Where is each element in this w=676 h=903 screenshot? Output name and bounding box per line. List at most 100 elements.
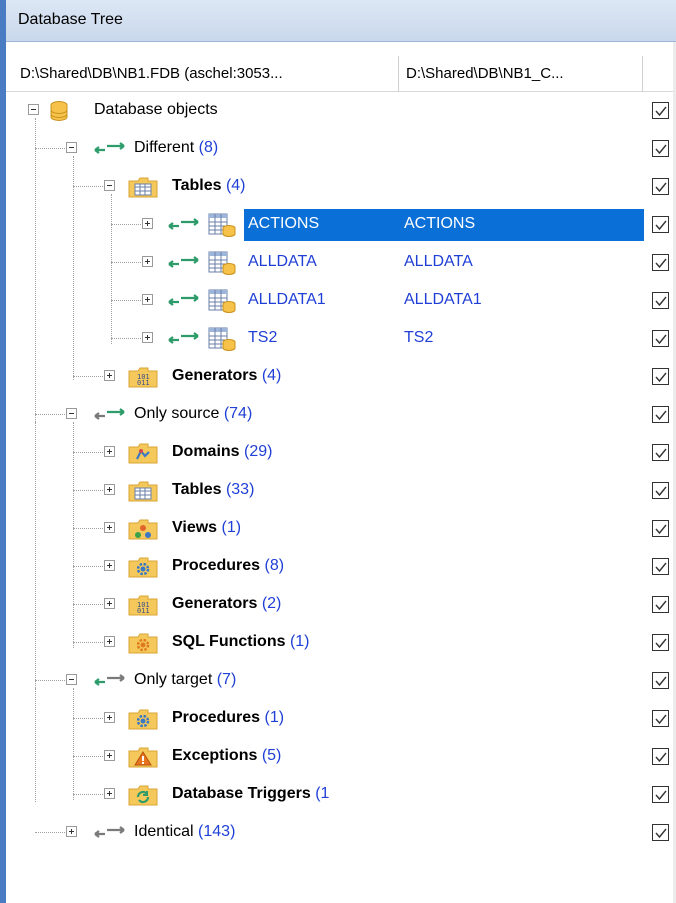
column-header-target[interactable]: D:\Shared\DB\NB1_C...: [406, 65, 564, 82]
tree-node-only-target[interactable]: Only target (7): [0, 662, 676, 700]
include-checkbox[interactable]: [652, 292, 669, 309]
tree-node-label: Generators (2): [172, 595, 282, 612]
table-target-name: ALLDATA1: [404, 291, 482, 308]
table-source-name: ACTIONS: [248, 215, 320, 232]
tree-node-source-generators[interactable]: 101 011 Generators (2): [0, 586, 676, 624]
tree-node-label: Tables (33): [172, 481, 255, 498]
include-checkbox[interactable]: [652, 710, 669, 727]
include-checkbox[interactable]: [652, 786, 669, 803]
collapse-toggle[interactable]: [104, 180, 115, 191]
collapse-toggle[interactable]: [28, 104, 39, 115]
collapse-toggle[interactable]: [66, 142, 77, 153]
include-checkbox[interactable]: [652, 444, 669, 461]
expand-toggle[interactable]: [104, 522, 115, 533]
include-checkbox[interactable]: [652, 596, 669, 613]
panel-title: Database Tree: [18, 11, 123, 28]
tree-guide-line: [73, 642, 103, 643]
include-checkbox[interactable]: [652, 520, 669, 537]
tree-node-table-alldata1[interactable]: ALLDATA1 ALLDATA1: [0, 282, 676, 320]
include-checkbox[interactable]: [652, 482, 669, 499]
tree-guide-line: [35, 832, 65, 833]
include-checkbox[interactable]: [652, 748, 669, 765]
tree-node-label: Only target (7): [134, 671, 237, 688]
tree-guide-line: [73, 604, 103, 605]
table-object-icon: [208, 289, 236, 313]
trigger-icon: [128, 785, 158, 806]
expand-toggle[interactable]: [104, 560, 115, 571]
expand-toggle[interactable]: [66, 826, 77, 837]
tree-guide-line: [73, 756, 103, 757]
expand-toggle[interactable]: [142, 294, 153, 305]
table-source-name: TS2: [248, 329, 278, 346]
collapse-toggle[interactable]: [66, 674, 77, 685]
views-icon: [128, 519, 158, 540]
expand-toggle[interactable]: [104, 446, 115, 457]
tree-node-target-exceptions[interactable]: Exceptions (5): [0, 738, 676, 776]
include-checkbox[interactable]: [652, 558, 669, 575]
tree-node-label: Views (1): [172, 519, 242, 536]
collapse-toggle[interactable]: [66, 408, 77, 419]
tree-node-different[interactable]: Different (8): [0, 130, 676, 168]
tree-node-database-objects[interactable]: Database objects: [0, 92, 676, 130]
tree-node-label: Database Triggers (1: [172, 785, 330, 802]
include-checkbox[interactable]: [652, 330, 669, 347]
only-target-arrows-icon: [94, 674, 125, 686]
tree-guide-line: [73, 186, 103, 187]
panel-title-bar: Database Tree: [6, 0, 676, 42]
tree-guide-line: [73, 490, 103, 491]
tree-node-table-ts2[interactable]: TS2 TS2: [0, 320, 676, 358]
expand-toggle[interactable]: [142, 332, 153, 343]
expand-toggle[interactable]: [104, 750, 115, 761]
diff-arrows-icon: [94, 142, 125, 154]
tree-node-source-tables[interactable]: Tables (33): [0, 472, 676, 510]
expand-toggle[interactable]: [104, 712, 115, 723]
include-checkbox[interactable]: [652, 824, 669, 841]
tree-node-target-procedures[interactable]: Procedures (1): [0, 700, 676, 738]
procedure-gear-icon: [128, 709, 158, 730]
tree-node-source-domains[interactable]: Domains (29): [0, 434, 676, 472]
tree-node-source-procedures[interactable]: Procedures (8): [0, 548, 676, 586]
warning-icon: [128, 747, 158, 768]
expand-toggle[interactable]: [104, 484, 115, 495]
column-separator[interactable]: [642, 56, 643, 92]
table-object-icon: [208, 327, 236, 351]
tree-node-different-tables[interactable]: Tables (4): [0, 168, 676, 206]
tree-node-table-actions[interactable]: ACTIONS ACTIONS: [0, 206, 676, 244]
database-icon: [50, 101, 68, 121]
tree-node-target-database-triggers[interactable]: Database Triggers (1: [0, 776, 676, 814]
include-checkbox[interactable]: [652, 178, 669, 195]
tree-guide-line: [73, 718, 103, 719]
tree-view[interactable]: Database objects Different (8) Tables (4…: [0, 92, 676, 903]
domains-icon: [128, 443, 158, 464]
tree-node-table-alldata[interactable]: ALLDATA ALLDATA: [0, 244, 676, 282]
include-checkbox[interactable]: [652, 672, 669, 689]
column-header-source[interactable]: D:\Shared\DB\NB1.FDB (aschel:3053...: [20, 65, 283, 82]
tree-node-only-source[interactable]: Only source (74): [0, 396, 676, 434]
tree-node-source-sql-functions[interactable]: SQL Functions (1): [0, 624, 676, 662]
database-tree-panel: Database Tree D:\Shared\DB\NB1.FDB (asch…: [0, 0, 676, 903]
expand-toggle[interactable]: [104, 636, 115, 647]
expand-toggle[interactable]: [142, 256, 153, 267]
column-separator[interactable]: [398, 56, 399, 92]
tree-node-different-generators[interactable]: 101 011 Generators (4): [0, 358, 676, 396]
svg-text:011: 011: [137, 607, 150, 615]
svg-text:011: 011: [137, 379, 150, 387]
tree-node-source-views[interactable]: Views (1): [0, 510, 676, 548]
include-checkbox[interactable]: [652, 216, 669, 233]
tree-node-label: SQL Functions (1): [172, 633, 310, 650]
include-checkbox[interactable]: [652, 140, 669, 157]
table-folder-icon: [128, 177, 158, 198]
expand-toggle[interactable]: [104, 598, 115, 609]
include-checkbox[interactable]: [652, 102, 669, 119]
generator-icon: 101 011: [128, 595, 158, 616]
include-checkbox[interactable]: [652, 254, 669, 271]
expand-toggle[interactable]: [142, 218, 153, 229]
tree-node-identical[interactable]: Identical (143): [0, 814, 676, 852]
include-checkbox[interactable]: [652, 406, 669, 423]
include-checkbox[interactable]: [652, 368, 669, 385]
expand-toggle[interactable]: [104, 788, 115, 799]
expand-toggle[interactable]: [104, 370, 115, 381]
include-checkbox[interactable]: [652, 634, 669, 651]
table-target-name: TS2: [404, 329, 434, 346]
table-target-name: ACTIONS: [404, 215, 476, 232]
